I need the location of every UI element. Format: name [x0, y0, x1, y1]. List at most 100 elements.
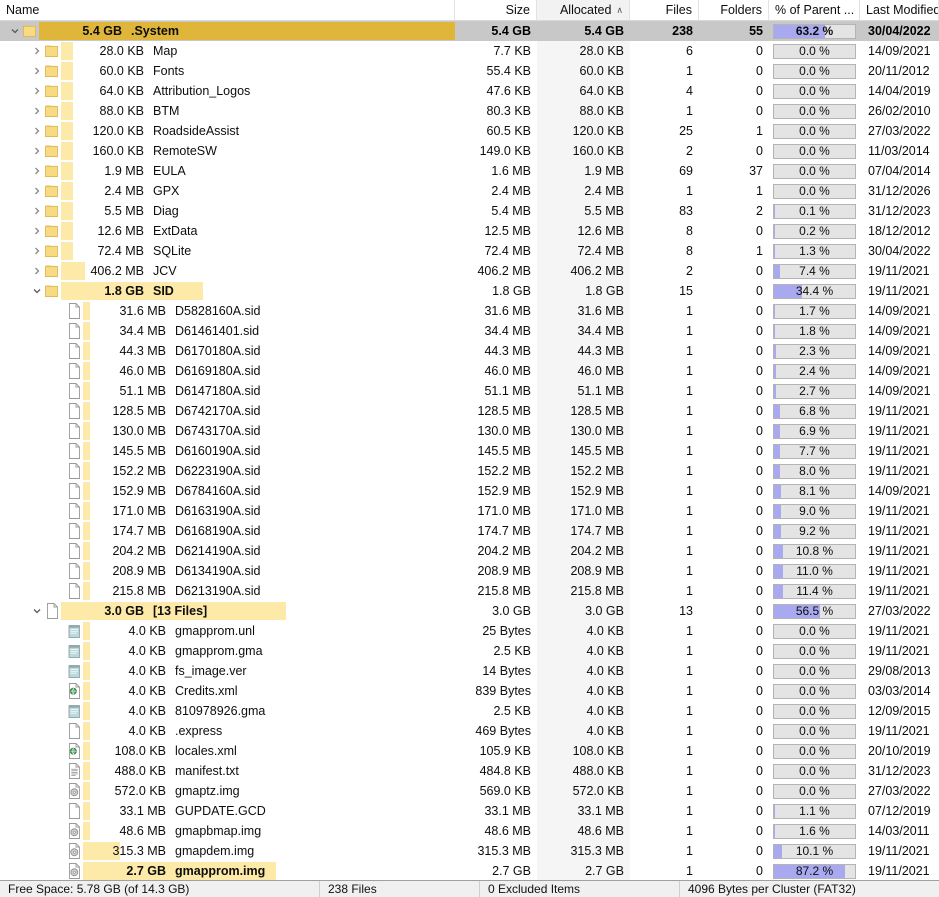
table-row[interactable]: 315.3 MB gmapdem.img 315.3 MB 315.3 MB 1 0 10.…: [0, 841, 939, 861]
chevron-right-icon[interactable]: [30, 206, 44, 216]
table-row[interactable]: 3.0 GB [13 Files] 3.0 GB 3.0 GB 13 0 56.5 % 27/…: [0, 601, 939, 621]
table-row[interactable]: 4.0 KB gmapprom.unl 25 Bytes 4.0 KB 1 0 0.0 % 1…: [0, 621, 939, 641]
table-row[interactable]: 12.6 MB ExtData 12.5 MB 12.6 MB 8 0 0.2 % 18/12…: [0, 221, 939, 241]
row-name-cell[interactable]: 5.5 MB Diag: [0, 201, 455, 221]
column-header-last-modified[interactable]: Last Modified: [860, 0, 939, 20]
table-row[interactable]: 128.5 MB D6742170A.sid 128.5 MB 128.5 MB 1 0 6…: [0, 401, 939, 421]
table-row[interactable]: 4.0 KB Credits.xml 839 Bytes 4.0 KB 1 0 0.0 % 0…: [0, 681, 939, 701]
chevron-right-icon[interactable]: [30, 186, 44, 196]
table-row[interactable]: 215.8 MB D6213190A.sid 215.8 MB 215.8 MB 1 0 1…: [0, 581, 939, 601]
column-header-size[interactable]: Size: [455, 0, 537, 20]
row-name-cell[interactable]: 152.2 MB D6223190A.sid: [0, 461, 455, 481]
row-name-cell[interactable]: 208.9 MB D6134190A.sid: [0, 561, 455, 581]
table-row[interactable]: 171.0 MB D6163190A.sid 171.0 MB 171.0 MB 1 0 9…: [0, 501, 939, 521]
table-row[interactable]: 51.1 MB D6147180A.sid 51.1 MB 51.1 MB 1 0 2.7 …: [0, 381, 939, 401]
column-header-percent-of-parent[interactable]: % of Parent ...: [769, 0, 860, 20]
table-row[interactable]: 120.0 KB RoadsideAssist 60.5 KB 120.0 KB 25 1…: [0, 121, 939, 141]
chevron-right-icon[interactable]: [30, 266, 44, 276]
table-row[interactable]: 152.9 MB D6784160A.sid 152.9 MB 152.9 MB 1 0 8…: [0, 481, 939, 501]
row-name-cell[interactable]: 33.1 MB GUPDATE.GCD: [0, 801, 455, 821]
table-row[interactable]: 145.5 MB D6160190A.sid 145.5 MB 145.5 MB 1 0 7…: [0, 441, 939, 461]
table-row[interactable]: 572.0 KB gmaptz.img 569.0 KB 572.0 KB 1 0 0.0 …: [0, 781, 939, 801]
table-row[interactable]: 48.6 MB gmapbmap.img 48.6 MB 48.6 MB 1 0 1.6 %…: [0, 821, 939, 841]
row-name-cell[interactable]: 128.5 MB D6742170A.sid: [0, 401, 455, 421]
row-name-cell[interactable]: 2.7 GB gmapprom.img: [0, 861, 455, 880]
row-name-cell[interactable]: 51.1 MB D6147180A.sid: [0, 381, 455, 401]
row-name-cell[interactable]: 12.6 MB ExtData: [0, 221, 455, 241]
row-name-cell[interactable]: 160.0 KB RemoteSW: [0, 141, 455, 161]
column-header-files[interactable]: Files: [630, 0, 699, 20]
column-header-name[interactable]: Name: [0, 0, 455, 20]
row-name-cell[interactable]: 88.0 KB BTM: [0, 101, 455, 121]
row-name-cell[interactable]: 4.0 KB Credits.xml: [0, 681, 455, 701]
chevron-right-icon[interactable]: [30, 226, 44, 236]
table-row[interactable]: 4.0 KB fs_image.ver 14 Bytes 4.0 KB 1 0 0.0 % 2…: [0, 661, 939, 681]
row-name-cell[interactable]: 72.4 MB SQLite: [0, 241, 455, 261]
row-name-cell[interactable]: 572.0 KB gmaptz.img: [0, 781, 455, 801]
table-row[interactable]: 2.7 GB gmapprom.img 2.7 GB 2.7 GB 1 0 87.2 % 19…: [0, 861, 939, 880]
row-name-cell[interactable]: 488.0 KB manifest.txt: [0, 761, 455, 781]
table-row[interactable]: 160.0 KB RemoteSW 149.0 KB 160.0 KB 2 0 0.0 % 1…: [0, 141, 939, 161]
row-name-cell[interactable]: 64.0 KB Attribution_Logos: [0, 81, 455, 101]
row-name-cell[interactable]: 44.3 MB D6170180A.sid: [0, 341, 455, 361]
chevron-right-icon[interactable]: [30, 166, 44, 176]
table-row[interactable]: 4.0 KB gmapprom.gma 2.5 KB 4.0 KB 1 0 0.0 % 19/…: [0, 641, 939, 661]
row-name-cell[interactable]: 34.4 MB D61461401.sid: [0, 321, 455, 341]
column-header-folders[interactable]: Folders: [699, 0, 769, 20]
file-tree-list[interactable]: 5.4 GB .System 5.4 GB 5.4 GB 238 55 63.2 % 30/0…: [0, 21, 939, 880]
row-name-cell[interactable]: 215.8 MB D6213190A.sid: [0, 581, 455, 601]
table-row[interactable]: 204.2 MB D6214190A.sid 204.2 MB 204.2 MB 1 0 1…: [0, 541, 939, 561]
row-name-cell[interactable]: 31.6 MB D5828160A.sid: [0, 301, 455, 321]
table-row[interactable]: 31.6 MB D5828160A.sid 31.6 MB 31.6 MB 1 0 1.7 …: [0, 301, 939, 321]
table-row[interactable]: 152.2 MB D6223190A.sid 152.2 MB 152.2 MB 1 0 8…: [0, 461, 939, 481]
table-row[interactable]: 4.0 KB 810978926.gma 2.5 KB 4.0 KB 1 0 0.0 % 12…: [0, 701, 939, 721]
row-name-cell[interactable]: 130.0 MB D6743170A.sid: [0, 421, 455, 441]
row-name-cell[interactable]: 4.0 KB gmapprom.unl: [0, 621, 455, 641]
row-name-cell[interactable]: 3.0 GB [13 Files]: [0, 601, 455, 621]
table-row[interactable]: 108.0 KB locales.xml 105.9 KB 108.0 KB 1 0 0.0…: [0, 741, 939, 761]
table-row[interactable]: 1.8 GB SID 1.8 GB 1.8 GB 15 0 34.4 % 19/11/2021: [0, 281, 939, 301]
table-row[interactable]: 88.0 KB BTM 80.3 KB 88.0 KB 1 0 0.0 % 26/02/201…: [0, 101, 939, 121]
chevron-right-icon[interactable]: [30, 86, 44, 96]
table-row[interactable]: 34.4 MB D61461401.sid 34.4 MB 34.4 MB 1 0 1.8 …: [0, 321, 939, 341]
table-row[interactable]: 60.0 KB Fonts 55.4 KB 60.0 KB 1 0 0.0 % 20/11/2…: [0, 61, 939, 81]
row-name-cell[interactable]: 145.5 MB D6160190A.sid: [0, 441, 455, 461]
chevron-right-icon[interactable]: [30, 126, 44, 136]
table-row[interactable]: 44.3 MB D6170180A.sid 44.3 MB 44.3 MB 1 0 2.3 …: [0, 341, 939, 361]
row-name-cell[interactable]: 48.6 MB gmapbmap.img: [0, 821, 455, 841]
table-row[interactable]: 46.0 MB D6169180A.sid 46.0 MB 46.0 MB 1 0 2.4 …: [0, 361, 939, 381]
chevron-right-icon[interactable]: [30, 246, 44, 256]
table-row[interactable]: 72.4 MB SQLite 72.4 MB 72.4 MB 8 1 1.3 % 30/04/…: [0, 241, 939, 261]
chevron-right-icon[interactable]: [30, 146, 44, 156]
row-name-cell[interactable]: 152.9 MB D6784160A.sid: [0, 481, 455, 501]
chevron-down-icon[interactable]: [30, 606, 44, 616]
row-name-cell[interactable]: 120.0 KB RoadsideAssist: [0, 121, 455, 141]
table-row[interactable]: 406.2 MB JCV 406.2 MB 406.2 MB 2 0 7.4 % 19/11/…: [0, 261, 939, 281]
row-name-cell[interactable]: 174.7 MB D6168190A.sid: [0, 521, 455, 541]
row-name-cell[interactable]: 46.0 MB D6169180A.sid: [0, 361, 455, 381]
chevron-down-icon[interactable]: [30, 286, 44, 296]
table-row[interactable]: 33.1 MB GUPDATE.GCD 33.1 MB 33.1 MB 1 0 1.1 % 0…: [0, 801, 939, 821]
table-row[interactable]: 5.4 GB .System 5.4 GB 5.4 GB 238 55 63.2 % 30/0…: [0, 21, 939, 41]
row-name-cell[interactable]: 4.0 KB fs_image.ver: [0, 661, 455, 681]
row-name-cell[interactable]: 4.0 KB 810978926.gma: [0, 701, 455, 721]
table-row[interactable]: 130.0 MB D6743170A.sid 130.0 MB 130.0 MB 1 0 6…: [0, 421, 939, 441]
table-row[interactable]: 174.7 MB D6168190A.sid 174.7 MB 174.7 MB 1 0 9…: [0, 521, 939, 541]
row-name-cell[interactable]: 1.9 MB EULA: [0, 161, 455, 181]
table-row[interactable]: 5.5 MB Diag 5.4 MB 5.5 MB 83 2 0.1 % 31/12/2023: [0, 201, 939, 221]
row-name-cell[interactable]: 108.0 KB locales.xml: [0, 741, 455, 761]
row-name-cell[interactable]: 171.0 MB D6163190A.sid: [0, 501, 455, 521]
table-row[interactable]: 1.9 MB EULA 1.6 MB 1.9 MB 69 37 0.0 % 07/04/201…: [0, 161, 939, 181]
row-name-cell[interactable]: 60.0 KB Fonts: [0, 61, 455, 81]
row-name-cell[interactable]: 315.3 MB gmapdem.img: [0, 841, 455, 861]
table-row[interactable]: 488.0 KB manifest.txt 484.8 KB 488.0 KB 1 0 0.…: [0, 761, 939, 781]
row-name-cell[interactable]: 4.0 KB gmapprom.gma: [0, 641, 455, 661]
table-row[interactable]: 208.9 MB D6134190A.sid 208.9 MB 208.9 MB 1 0 1…: [0, 561, 939, 581]
row-name-cell[interactable]: 2.4 MB GPX: [0, 181, 455, 201]
table-row[interactable]: 64.0 KB Attribution_Logos 47.6 KB 64.0 KB 4 0…: [0, 81, 939, 101]
chevron-right-icon[interactable]: [30, 106, 44, 116]
table-row[interactable]: 2.4 MB GPX 2.4 MB 2.4 MB 1 1 0.0 % 31/12/2026: [0, 181, 939, 201]
row-name-cell[interactable]: 204.2 MB D6214190A.sid: [0, 541, 455, 561]
row-name-cell[interactable]: 1.8 GB SID: [0, 281, 455, 301]
table-row[interactable]: 4.0 KB .express 469 Bytes 4.0 KB 1 0 0.0 % 19/1…: [0, 721, 939, 741]
